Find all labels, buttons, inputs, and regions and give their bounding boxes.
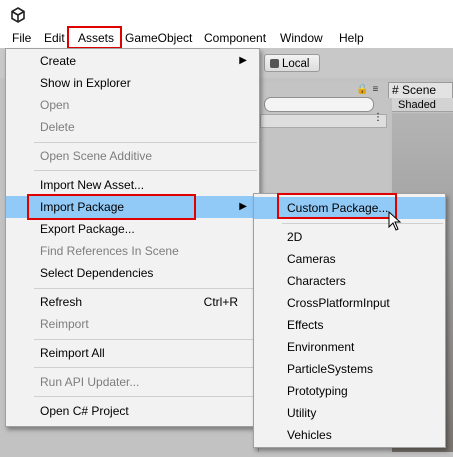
menu-edit[interactable]: Edit — [44, 30, 65, 46]
menu-separator — [282, 223, 443, 224]
local-icon — [270, 59, 279, 68]
menu-item-export-package[interactable]: Export Package... — [6, 218, 259, 240]
menu-item-label: CrossPlatformInput — [287, 296, 390, 310]
shading-mode-label: Shaded — [398, 99, 436, 111]
menu-item-label: Show in Explorer — [40, 76, 131, 90]
menu-item-label: Utility — [287, 406, 317, 420]
menu-item-prototyping[interactable]: Prototyping — [254, 380, 445, 402]
menu-item-label: Find References In Scene — [40, 244, 179, 258]
menu-item-label: Cameras — [287, 252, 336, 266]
menu-item-delete: Delete — [6, 116, 259, 138]
highlight-box-assets — [67, 26, 122, 49]
menu-item-label: Open C# Project — [40, 404, 129, 418]
menu-item-open-scene-additive: Open Scene Additive — [6, 145, 259, 167]
menu-item-reimport: Reimport — [6, 313, 259, 335]
menu-item-label: Import New Asset... — [40, 178, 145, 192]
menu-item-label: Environment — [287, 340, 355, 354]
menu-gameobject[interactable]: GameObject — [125, 30, 192, 46]
menu-item-label: Effects — [287, 318, 324, 332]
menu-separator — [34, 142, 257, 143]
menu-item-show-in-explorer[interactable]: Show in Explorer — [6, 72, 259, 94]
panel-header-bar: ⋮ — [260, 112, 387, 128]
menu-item-effects[interactable]: Effects — [254, 314, 445, 336]
menu-item-run-api-updater: Run API Updater... — [6, 371, 259, 393]
menu-item-label: Reimport All — [40, 346, 105, 360]
menu-item-characters[interactable]: Characters — [254, 270, 445, 292]
scene-grid-icon: # — [392, 83, 399, 97]
submenu-arrow-icon: ▶ — [239, 55, 247, 66]
menu-file[interactable]: File — [12, 30, 31, 46]
menu-item-label: Prototyping — [287, 384, 348, 398]
menu-item-vehicles[interactable]: Vehicles — [254, 424, 445, 446]
options-icon[interactable]: ⋮ — [373, 112, 383, 123]
menu-item-refresh[interactable]: Refresh Ctrl+R — [6, 291, 259, 313]
menu-separator — [34, 288, 257, 289]
menu-item-import-new-asset[interactable]: Import New Asset... — [6, 174, 259, 196]
menu-window[interactable]: Window — [280, 30, 323, 46]
menu-item-label: Run API Updater... — [40, 375, 140, 389]
menu-item-open: Open — [6, 94, 259, 116]
assets-menu: Create ▶ Show in Explorer Open Delete Ope… — [5, 48, 260, 427]
menu-item-label: Vehicles — [287, 428, 332, 442]
menu-help[interactable]: Help — [339, 30, 364, 46]
menu-item-particlesystems[interactable]: ParticleSystems — [254, 358, 445, 380]
menu-item-utility[interactable]: Utility — [254, 402, 445, 424]
menu-item-label: Characters — [287, 274, 346, 288]
menu-item-label: Export Package... — [40, 222, 135, 236]
menu-separator — [34, 170, 257, 171]
menu-item-label: Create — [40, 54, 77, 68]
unity-logo-icon — [11, 7, 25, 23]
menu-component[interactable]: Component — [204, 30, 266, 46]
menu-item-find-references: Find References In Scene — [6, 240, 259, 262]
shading-mode-dropdown[interactable]: Shaded — [392, 98, 453, 112]
menu-item-label: ParticleSystems — [287, 362, 374, 376]
menu-item-label: Open — [40, 98, 70, 112]
menu-item-label: Refresh — [40, 295, 83, 309]
title-bar — [0, 0, 453, 28]
menu-item-label: 2D — [287, 230, 303, 244]
menu-item-label: Delete — [40, 120, 75, 134]
search-input[interactable] — [264, 97, 374, 112]
menu-item-2d[interactable]: 2D — [254, 226, 445, 248]
menu-item-cameras[interactable]: Cameras — [254, 248, 445, 270]
menu-item-select-dependencies[interactable]: Select Dependencies — [6, 262, 259, 284]
lock-icon[interactable]: 🔒≡ — [356, 84, 382, 95]
tab-scene[interactable]: # Scene — [388, 82, 453, 98]
menu-item-label: Select Dependencies — [40, 266, 154, 280]
menu-separator — [34, 367, 257, 368]
highlight-box-custom-package — [277, 193, 397, 219]
menu-item-open-csharp-project[interactable]: Open C# Project — [6, 400, 259, 422]
menu-item-crossplatforminput[interactable]: CrossPlatformInput — [254, 292, 445, 314]
menu-item-label: Open Scene Additive — [40, 149, 153, 163]
local-label: Local — [282, 58, 310, 70]
menu-item-reimport-all[interactable]: Reimport All — [6, 342, 259, 364]
menu-item-label: Reimport — [40, 317, 89, 331]
menu-item-environment[interactable]: Environment — [254, 336, 445, 358]
mouse-cursor-icon — [388, 211, 402, 231]
menu-separator — [34, 339, 257, 340]
menu-item-create[interactable]: Create ▶ — [6, 50, 259, 72]
pivot-local-button[interactable]: Local — [264, 54, 320, 72]
highlight-box-import-package — [27, 194, 196, 220]
menu-separator — [34, 396, 257, 397]
submenu-arrow-icon: ▶ — [239, 201, 247, 212]
import-package-submenu: Custom Package... 2D Cameras Characters … — [253, 193, 446, 448]
scene-tab-label: Scene — [402, 83, 437, 97]
shortcut-label: Ctrl+R — [203, 295, 238, 309]
